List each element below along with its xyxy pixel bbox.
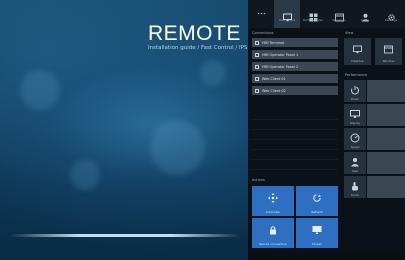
row-label: Display — [349, 121, 361, 125]
row-value-area — [367, 176, 405, 198]
row-value-area — [367, 80, 405, 102]
row-label: Speed — [350, 145, 360, 149]
checkbox-icon — [255, 76, 259, 81]
speed-row[interactable]: Speed — [344, 128, 405, 150]
monitor-icon — [282, 7, 292, 21]
list-item[interactable]: Web Client 01 — [252, 74, 338, 83]
background-bokeh — [150, 120, 205, 175]
list-item-label: HMI Terminal — [262, 40, 284, 45]
tab-dashboard[interactable]: Dashboard — [274, 0, 300, 28]
list-item-label: HMI Operator Panel 1 — [262, 52, 299, 57]
row-value-area — [367, 104, 405, 126]
row-value-area — [367, 128, 405, 150]
background-bokeh — [70, 160, 100, 190]
background-bokeh — [20, 70, 60, 110]
checkbox-icon — [255, 40, 259, 45]
row-label: Power — [350, 97, 360, 101]
tab-label: Remote Desk — [303, 17, 323, 22]
grid-icon — [309, 7, 318, 21]
list-item-label: Web Client 02 — [262, 88, 286, 93]
empty-row — [252, 120, 338, 130]
square-label: Desktop — [351, 59, 364, 63]
controller-tile[interactable]: Controller — [252, 186, 294, 216]
row-label: Touch — [350, 193, 360, 197]
square-label: Window — [382, 59, 395, 63]
list-item[interactable]: HMI Operator Panel 2 — [252, 62, 338, 71]
row-icon-cell: Speed — [344, 128, 366, 150]
empty-row — [252, 160, 338, 170]
display-row[interactable]: Display — [344, 104, 405, 126]
empty-row — [252, 130, 338, 140]
empty-row — [252, 150, 338, 160]
row-label: User — [351, 169, 359, 173]
control-panel: Dashboard Remote Desk Windows Users Sett… — [248, 0, 405, 260]
row-icon-cell: Power — [344, 80, 366, 102]
power-row[interactable]: Power — [344, 80, 405, 102]
user-icon — [361, 7, 370, 21]
refresh-tile[interactable]: Refresh — [296, 186, 338, 216]
tab-users[interactable]: Users — [352, 0, 378, 28]
top-tab-bar: Dashboard Remote Desk Windows Users Sett… — [248, 0, 405, 28]
tab-label: Windows — [332, 17, 346, 22]
empty-row — [252, 110, 338, 120]
row-value-area — [367, 152, 405, 174]
dots-icon — [257, 9, 266, 18]
checkbox-icon — [255, 52, 259, 57]
list-item-label: Web Client 01 — [262, 76, 286, 81]
screen-tile[interactable]: Screen — [296, 218, 338, 248]
checkbox-icon — [255, 88, 259, 93]
tab-label: Users — [360, 17, 370, 22]
tab-label: Dashboard — [278, 17, 296, 22]
tile-label: Controller — [265, 210, 281, 214]
tab-menu[interactable] — [248, 0, 274, 28]
secure-connection-tile[interactable]: Secure connection — [252, 218, 294, 248]
hero-subtitle: Installation guide / Fast Control / IPS — [148, 45, 248, 51]
gear-icon — [387, 7, 396, 21]
performance-header: Performance — [345, 73, 368, 77]
actions-header: Actions — [252, 178, 265, 182]
view-header: View — [345, 31, 354, 35]
background-bokeh — [200, 60, 226, 86]
touch-row[interactable]: Touch — [344, 176, 405, 198]
tab-remote-desk[interactable]: Remote Desk — [300, 0, 326, 28]
tab-label: Settings — [384, 17, 398, 22]
list-item-label: HMI Operator Panel 2 — [262, 64, 299, 69]
panel-bottom-bar — [248, 252, 405, 260]
row-icon-cell: Touch — [344, 176, 366, 198]
empty-row — [252, 140, 338, 150]
row-icon-cell: Display — [344, 104, 366, 126]
window-icon — [334, 7, 344, 21]
desktop-button[interactable]: Desktop — [344, 38, 371, 65]
connections-header: Connections — [252, 31, 274, 35]
user-row[interactable]: User — [344, 152, 405, 174]
row-icon-cell: User — [344, 152, 366, 174]
tab-settings[interactable]: Settings — [378, 0, 404, 28]
checkbox-icon — [255, 64, 259, 69]
list-item[interactable]: HMI Operator Panel 1 — [252, 50, 338, 59]
connections-list: HMI Terminal HMI Operator Panel 1 HMI Op… — [252, 38, 338, 98]
light-streak — [10, 234, 240, 237]
list-item[interactable]: HMI Terminal — [252, 38, 338, 47]
empty-rows — [252, 110, 338, 170]
window-button[interactable]: Window — [375, 38, 402, 65]
tab-windows[interactable]: Windows — [326, 0, 352, 28]
tile-label: Screen — [311, 242, 323, 246]
tile-label: Secure connection — [259, 242, 287, 246]
tile-label: Refresh — [311, 210, 323, 214]
list-item[interactable]: Web Client 02 — [252, 86, 338, 95]
